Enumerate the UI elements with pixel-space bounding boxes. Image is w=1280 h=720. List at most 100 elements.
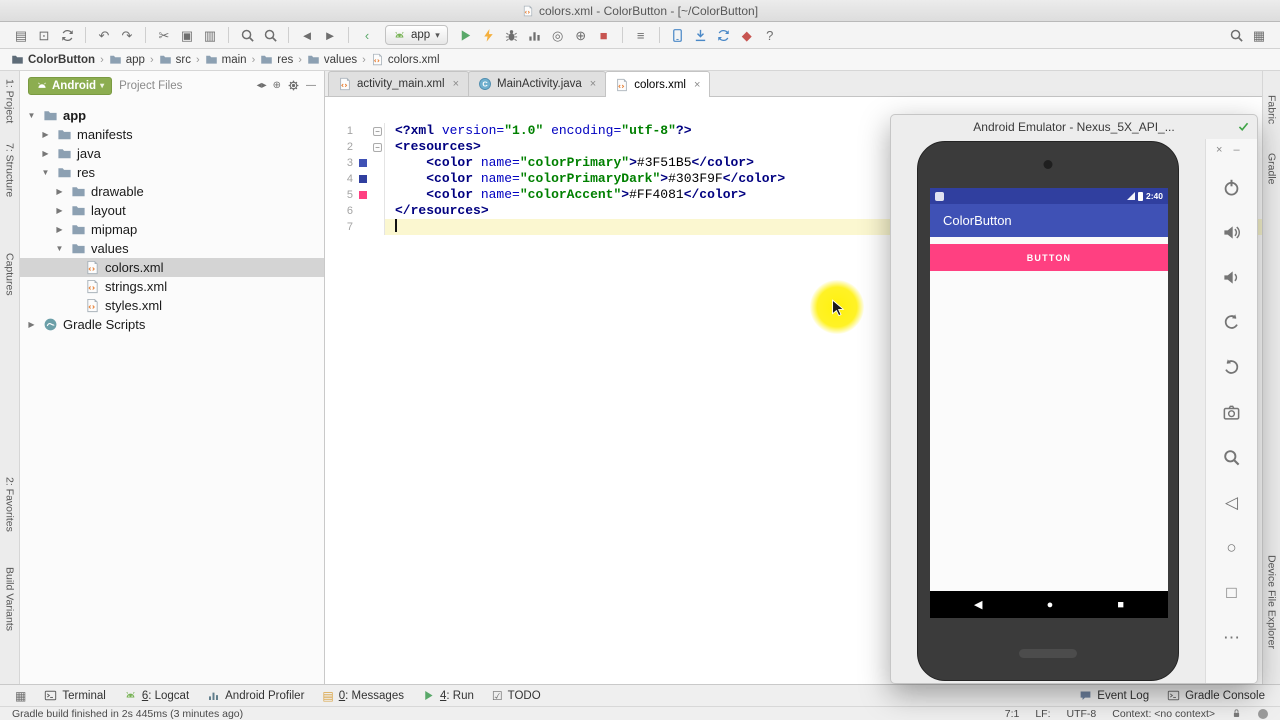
collapse-arrow-icon[interactable]: ▼	[26, 111, 37, 120]
forward-icon[interactable]: ►	[319, 24, 341, 46]
tree-item-res[interactable]: ▼ res	[20, 163, 324, 182]
tree-item-layout[interactable]: ▶ layout	[20, 201, 324, 220]
gradle-sync-icon[interactable]	[713, 24, 735, 46]
project-files-tab[interactable]: Project Files	[119, 80, 182, 92]
breadcrumb-item-values[interactable]: values	[304, 53, 360, 66]
expand-arrow-icon[interactable]: ▶	[54, 187, 65, 196]
apply-changes-icon[interactable]	[478, 24, 500, 46]
color-swatch[interactable]	[355, 155, 371, 171]
find-icon[interactable]	[236, 24, 258, 46]
power-icon[interactable]	[1215, 170, 1249, 204]
undo-icon[interactable]: ↶	[93, 24, 115, 46]
close-tab-icon[interactable]: ×	[694, 79, 700, 91]
nav-back-icon[interactable]: ◀	[974, 598, 982, 611]
tool-window-button-terminal[interactable]: Terminal	[35, 685, 114, 706]
tree-item-values[interactable]: ▼ values	[20, 239, 324, 258]
phone-screen[interactable]: 2:40 ColorButton BUTTON ◀ ● ■	[930, 188, 1168, 618]
tool-button-7-structure[interactable]: 7: Structure	[4, 143, 16, 197]
fold-marker[interactable]: −	[371, 139, 385, 155]
breadcrumb-item-res[interactable]: res	[257, 53, 296, 66]
color-swatch[interactable]	[355, 171, 371, 187]
tree-item-gradle-scripts[interactable]: ▶ Gradle Scripts	[20, 315, 324, 334]
close-emulator-icon[interactable]: ×	[1216, 144, 1222, 156]
fold-marker[interactable]: −	[371, 123, 385, 139]
lock-icon[interactable]	[1231, 708, 1242, 719]
tool-windows-icon[interactable]: ≡	[630, 24, 652, 46]
project-view-selector[interactable]: Android ▾	[28, 76, 113, 95]
tool-window-button-run[interactable]: 4: Run	[413, 685, 483, 706]
back-icon[interactable]: ◄	[296, 24, 318, 46]
tool-window-button-gradle-console[interactable]: Gradle Console	[1158, 685, 1274, 706]
replace-icon[interactable]	[259, 24, 281, 46]
tool-button-device-file-explorer[interactable]: Device File Explorer	[1266, 555, 1278, 649]
tool-button-captures[interactable]: Captures	[4, 253, 16, 296]
volume-down-icon[interactable]	[1215, 260, 1249, 294]
tool-button-gradle[interactable]: Gradle	[1266, 153, 1278, 185]
firebase-icon[interactable]: ◆	[736, 24, 758, 46]
tool-window-button-android-profiler[interactable]: Android Profiler	[198, 685, 313, 706]
tool-window-button-messages[interactable]: ▤ 0: Messages	[313, 685, 413, 706]
breadcrumb-item-colors-xml[interactable]: colors.xml	[368, 53, 443, 66]
open-icon[interactable]: ▤	[10, 24, 32, 46]
nav-overview-icon[interactable]: ■	[1117, 599, 1124, 611]
redo-icon[interactable]: ↷	[116, 24, 138, 46]
tool-window-button-tool-window-switcher[interactable]: ▦	[6, 685, 35, 706]
minimize-emulator-icon[interactable]: –	[1233, 144, 1239, 156]
navigate-back-icon[interactable]: ‹	[356, 24, 378, 46]
tool-window-button-logcat[interactable]: 6: Logcat	[115, 685, 198, 706]
breadcrumb-item-colorbutton[interactable]: ColorButton	[8, 53, 98, 66]
locate-icon[interactable]: ⊕	[273, 80, 281, 91]
home-icon[interactable]: ○	[1215, 530, 1249, 564]
zoom-icon[interactable]	[1215, 440, 1249, 474]
breadcrumb-item-main[interactable]: main	[202, 53, 250, 66]
tool-window-button-todo[interactable]: ☑ TODO	[483, 685, 550, 706]
sdk-manager-icon[interactable]	[690, 24, 712, 46]
profiler-icon[interactable]	[524, 24, 546, 46]
coverage-icon[interactable]: ◎	[547, 24, 569, 46]
collapse-arrow-icon[interactable]: ▼	[40, 168, 51, 177]
editor-tab-mainactivity-java[interactable]: MainActivity.java ×	[468, 71, 607, 96]
editor-tab-activity-main-xml[interactable]: activity_main.xml ×	[328, 71, 469, 96]
cut-icon[interactable]: ✂	[153, 24, 175, 46]
tree-item-mipmap[interactable]: ▶ mipmap	[20, 220, 324, 239]
expand-arrow-icon[interactable]: ▶	[40, 149, 51, 158]
sync-icon[interactable]	[56, 24, 78, 46]
inspections-indicator-icon[interactable]	[1258, 708, 1268, 719]
tool-window-quick-access-icon[interactable]: ▦	[1248, 24, 1270, 46]
more-icon[interactable]: ⋯	[1215, 620, 1249, 654]
expand-arrow-icon[interactable]: ▶	[26, 320, 37, 329]
tree-item-java[interactable]: ▶ java	[20, 144, 324, 163]
tree-item-app[interactable]: ▼ app	[20, 106, 324, 125]
app-button[interactable]: BUTTON	[930, 244, 1168, 271]
attach-debugger-icon[interactable]: ⊕	[570, 24, 592, 46]
stop-icon[interactable]: ■	[593, 24, 615, 46]
help-icon[interactable]: ?	[759, 24, 781, 46]
run-configuration-dropdown[interactable]: app ▾	[385, 25, 448, 45]
close-tab-icon[interactable]: ×	[590, 78, 596, 90]
scroll-to-source-icon[interactable]: ◂▸	[257, 80, 267, 91]
tool-button-2-favorites[interactable]: 2: Favorites	[4, 477, 16, 532]
color-swatch[interactable]	[355, 187, 371, 203]
tree-item-manifests[interactable]: ▶ manifests	[20, 125, 324, 144]
tree-item-colors-xml[interactable]: colors.xml	[20, 258, 324, 277]
copy-icon[interactable]: ▣	[176, 24, 198, 46]
overview-icon[interactable]: □	[1215, 575, 1249, 609]
close-tab-icon[interactable]: ×	[453, 78, 459, 90]
volume-up-icon[interactable]	[1215, 215, 1249, 249]
tree-item-strings-xml[interactable]: strings.xml	[20, 277, 324, 296]
collapse-arrow-icon[interactable]: ▼	[54, 244, 65, 253]
save-all-icon[interactable]: ⊡	[33, 24, 55, 46]
expand-arrow-icon[interactable]: ▶	[40, 130, 51, 139]
tree-item-drawable[interactable]: ▶ drawable	[20, 182, 324, 201]
expand-arrow-icon[interactable]: ▶	[54, 225, 65, 234]
debug-icon[interactable]	[501, 24, 523, 46]
hide-panel-icon[interactable]: —	[306, 80, 316, 91]
tool-window-button-event-log[interactable]: Event Log	[1070, 685, 1158, 706]
emulator-titlebar[interactable]: Android Emulator - Nexus_5X_API_...	[891, 115, 1257, 139]
search-everywhere-icon[interactable]	[1225, 24, 1247, 46]
run-icon[interactable]	[455, 24, 477, 46]
paste-icon[interactable]: ▥	[199, 24, 221, 46]
breadcrumb-item-app[interactable]: app	[106, 53, 148, 66]
avd-manager-icon[interactable]	[667, 24, 689, 46]
tree-item-styles-xml[interactable]: styles.xml	[20, 296, 324, 315]
